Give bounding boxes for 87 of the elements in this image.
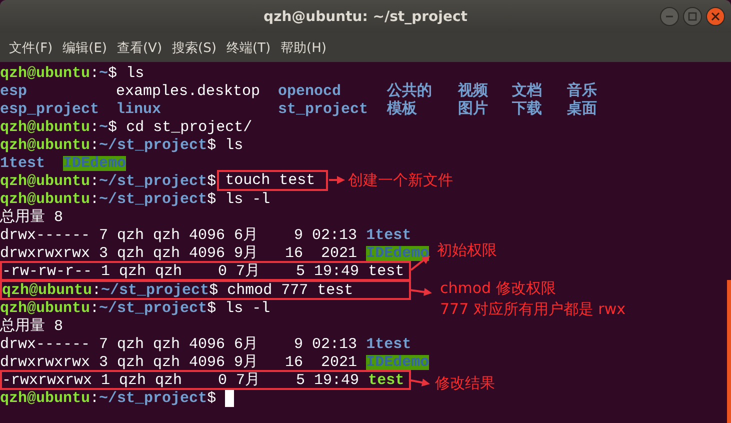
prompt-sign: $ bbox=[207, 300, 216, 316]
menu-item[interactable]: 编辑(E) bbox=[58, 38, 112, 56]
prompt-separator: : bbox=[92, 282, 102, 298]
minimize-button[interactable] bbox=[660, 7, 679, 26]
prompt-user: qzh@ubuntu bbox=[0, 390, 90, 406]
prompt-separator: : bbox=[90, 66, 100, 80]
prompt-path: ~/st_project bbox=[99, 192, 208, 206]
prompt-separator: : bbox=[90, 174, 100, 188]
prompt-user: qzh@ubuntu bbox=[2, 282, 92, 298]
prompt-path: ~/st_project bbox=[99, 138, 208, 152]
file-name: esp_project bbox=[0, 102, 100, 116]
file-name: st_project bbox=[278, 102, 368, 116]
annotation-text: 初始权限 bbox=[437, 241, 497, 260]
prompt-separator: : bbox=[90, 192, 100, 206]
file-details: drwx------ 7 qzh qzh 4096 6月 9 02:13 bbox=[0, 336, 358, 352]
file-name: linux bbox=[116, 102, 162, 116]
scrollbar[interactable] bbox=[727, 280, 731, 423]
prompt-sign: $ bbox=[207, 174, 216, 188]
prompt-user: qzh@ubuntu bbox=[0, 300, 90, 316]
file-name: 1test bbox=[0, 156, 46, 170]
prompt-user: qzh@ubuntu bbox=[0, 192, 90, 206]
file-name: test bbox=[368, 264, 404, 278]
maximize-icon bbox=[688, 12, 697, 21]
menu-item[interactable]: 文件(F) bbox=[4, 38, 58, 56]
menu-item[interactable]: 终端(T) bbox=[221, 38, 276, 56]
output-text: 总用量 8 bbox=[0, 210, 64, 224]
prompt-user: qzh@ubuntu bbox=[0, 174, 90, 188]
file-name: 1test bbox=[366, 228, 412, 242]
prompt-sign: $ bbox=[108, 120, 118, 134]
file-details: drwxrwxrwx 3 qzh qzh 4096 9月 16 2021 bbox=[0, 246, 358, 260]
maximize-button[interactable] bbox=[683, 7, 702, 26]
file-name: 1test bbox=[366, 336, 412, 352]
prompt-separator: : bbox=[90, 120, 100, 134]
menu-item[interactable]: 帮助(H) bbox=[276, 38, 332, 56]
prompt-path: ~ bbox=[99, 66, 108, 80]
command-text: ls -l bbox=[225, 192, 270, 206]
prompt-path: ~/st_project bbox=[101, 282, 210, 298]
prompt-path: ~/st_project bbox=[99, 174, 208, 188]
prompt-path: ~ bbox=[99, 120, 108, 134]
prompt-separator: : bbox=[90, 390, 100, 406]
annotation-text: 777 对应所有用户都是 rwx bbox=[440, 300, 626, 319]
annotation-text: chmod 修改权限 bbox=[440, 279, 556, 298]
annotation-text: 创建一个新文件 bbox=[348, 171, 453, 190]
annotation-text: 修改结果 bbox=[435, 374, 495, 393]
file-name: examples.desktop bbox=[116, 84, 260, 98]
file-name: IDEdemo bbox=[366, 246, 430, 260]
prompt-user: qzh@ubuntu bbox=[0, 138, 90, 152]
prompt-sign: $ bbox=[209, 282, 218, 298]
command-text: cd st_project/ bbox=[126, 120, 252, 134]
window-title: qzh@ubuntu: ~/st_project bbox=[264, 8, 468, 24]
file-name: 视频 bbox=[458, 84, 488, 98]
prompt-path: ~/st_project bbox=[99, 390, 208, 406]
prompt-sign: $ bbox=[108, 66, 118, 80]
prompt-user: qzh@ubuntu bbox=[0, 120, 90, 134]
prompt-separator: : bbox=[90, 138, 100, 152]
prompt-sign: $ bbox=[207, 138, 216, 152]
menu-item[interactable]: 查看(V) bbox=[112, 38, 168, 56]
file-name: test bbox=[368, 372, 404, 388]
file-name: esp bbox=[0, 84, 28, 98]
command-text: chmod 777 test bbox=[227, 282, 354, 298]
file-name: openocd bbox=[278, 84, 342, 98]
command-text: ls -l bbox=[225, 300, 270, 316]
file-name: 音乐 bbox=[567, 84, 597, 98]
file-name: IDEdemo bbox=[366, 354, 430, 370]
file-name: IDEdemo bbox=[63, 156, 126, 170]
file-details: drwxrwxrwx 3 qzh qzh 4096 9月 16 2021 bbox=[0, 354, 358, 370]
prompt-user: qzh@ubuntu bbox=[0, 66, 90, 80]
close-icon bbox=[711, 12, 720, 21]
file-name: 公共的 bbox=[387, 84, 432, 98]
file-name: 文档 bbox=[512, 84, 542, 98]
prompt-sign: $ bbox=[207, 192, 216, 206]
output-text: 总用量 8 bbox=[0, 318, 64, 334]
command-text: ls bbox=[225, 138, 244, 152]
menu-item[interactable]: 搜索(S) bbox=[167, 38, 222, 56]
command-text: ls bbox=[126, 66, 144, 80]
close-button[interactable] bbox=[706, 7, 725, 26]
file-name: 图片 bbox=[458, 102, 488, 116]
prompt-path: ~/st_project bbox=[99, 300, 208, 316]
file-name: 模板 bbox=[387, 102, 417, 116]
file-details: -rw-rw-r-- 1 qzh qzh 0 7月 5 19:49 bbox=[2, 264, 360, 278]
file-details: drwx------ 7 qzh qzh 4096 6月 9 02:13 bbox=[0, 228, 358, 242]
file-name: 桌面 bbox=[567, 102, 597, 116]
file-details: -rwxrwxrwx 1 qzh qzh 0 7月 5 19:49 bbox=[2, 372, 360, 388]
prompt-sign: $ bbox=[207, 390, 216, 406]
file-name: 下载 bbox=[512, 102, 542, 116]
command-text: touch test bbox=[225, 173, 316, 188]
prompt-separator: : bbox=[90, 300, 100, 316]
